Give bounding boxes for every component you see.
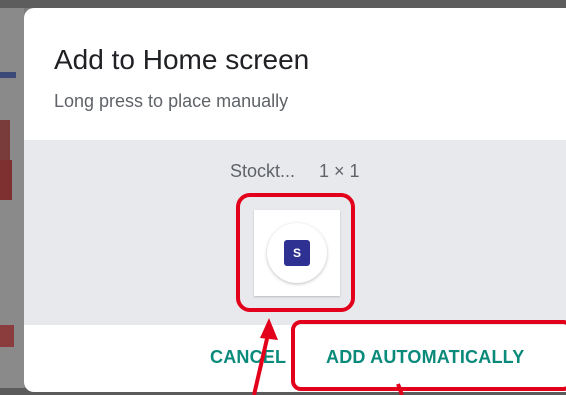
annotation-arrows — [252, 318, 404, 395]
add-button-pointer-line — [396, 383, 404, 395]
arrow-icon — [252, 318, 278, 395]
